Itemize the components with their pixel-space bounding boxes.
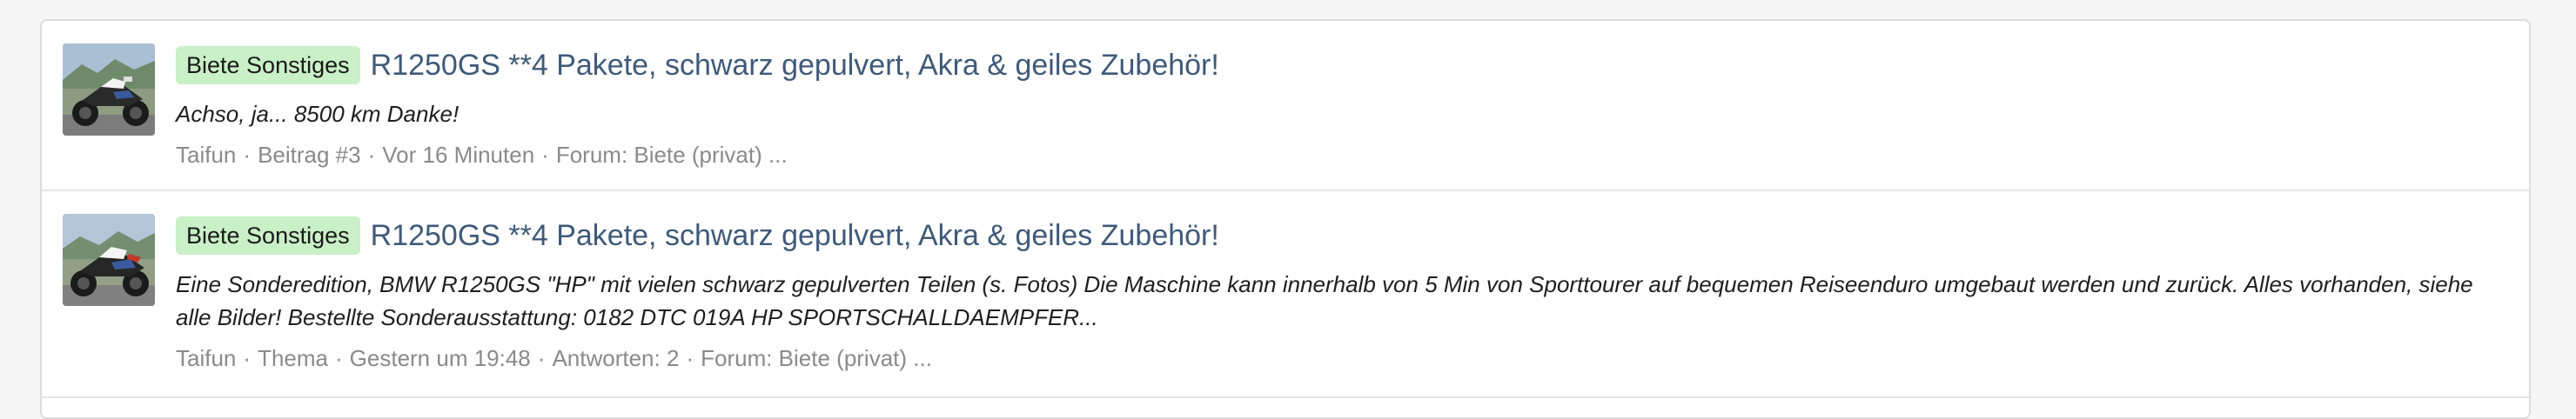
result-title-line: Biete Sonstiges R1250GS **4 Pakete, schw…: [176, 42, 2503, 89]
result-snippet: Achso, ja... 8500 km Danke!: [176, 101, 460, 127]
meta-separator: ·: [686, 345, 694, 371]
result-meta: Taifun · Thema · Gestern um 19:48 · Antworten:…: [176, 343, 2503, 374]
prefix-badge[interactable]: Biete Sonstiges: [176, 46, 360, 84]
forum-link[interactable]: Forum: Biete (privat): [556, 142, 762, 168]
post-type: Thema: [258, 345, 328, 371]
meta-ellipsis: ...: [768, 142, 788, 168]
search-result-item: Biete Sonstiges R1250GS **4 Pakete, schw…: [42, 191, 2529, 398]
thread-thumbnail[interactable]: [63, 214, 155, 306]
search-result-item: Biete Sonstiges R1250GS **4 Pakete, schw…: [42, 21, 2529, 191]
forum-link[interactable]: Forum: Biete (privat): [701, 345, 907, 371]
post-time: Vor 16 Minuten: [382, 142, 535, 168]
thread-title-link[interactable]: R1250GS **4 Pakete, schwarz gepulvert, A…: [371, 216, 1219, 255]
result-content: Biete Sonstiges R1250GS **4 Pakete, schw…: [176, 42, 2503, 170]
meta-ellipsis: ...: [913, 345, 932, 371]
meta-separator: ·: [367, 142, 376, 168]
reply-count: Antworten: 2: [552, 345, 680, 371]
search-results-list: Biete Sonstiges R1250GS **4 Pakete, schw…: [40, 19, 2531, 419]
meta-separator: ·: [243, 142, 252, 168]
meta-separator: ·: [537, 345, 546, 371]
meta-separator: ·: [334, 345, 343, 371]
meta-separator: ·: [243, 345, 252, 371]
thread-thumbnail[interactable]: [63, 43, 155, 136]
motorcycle-photo-icon: [63, 43, 155, 136]
result-meta: Taifun · Beitrag #3 · Vor 16 Minuten · Forum: …: [176, 139, 2503, 170]
post-time: Gestern um 19:48: [349, 345, 531, 371]
thread-title-link[interactable]: R1250GS **4 Pakete, schwarz gepulvert, A…: [371, 46, 1219, 84]
prefix-badge[interactable]: Biete Sonstiges: [176, 216, 360, 255]
author-link[interactable]: Taifun: [176, 142, 236, 168]
result-snippet: Eine Sonderedition, BMW R1250GS "HP" mit…: [176, 271, 2473, 330]
post-type: Beitrag #3: [258, 142, 361, 168]
meta-separator: ·: [541, 142, 549, 168]
motorcycle-photo-icon: [63, 214, 155, 306]
result-title-line: Biete Sonstiges R1250GS **4 Pakete, schw…: [176, 212, 2503, 259]
author-link[interactable]: Taifun: [176, 345, 236, 371]
result-content: Biete Sonstiges R1250GS **4 Pakete, schw…: [176, 212, 2503, 374]
